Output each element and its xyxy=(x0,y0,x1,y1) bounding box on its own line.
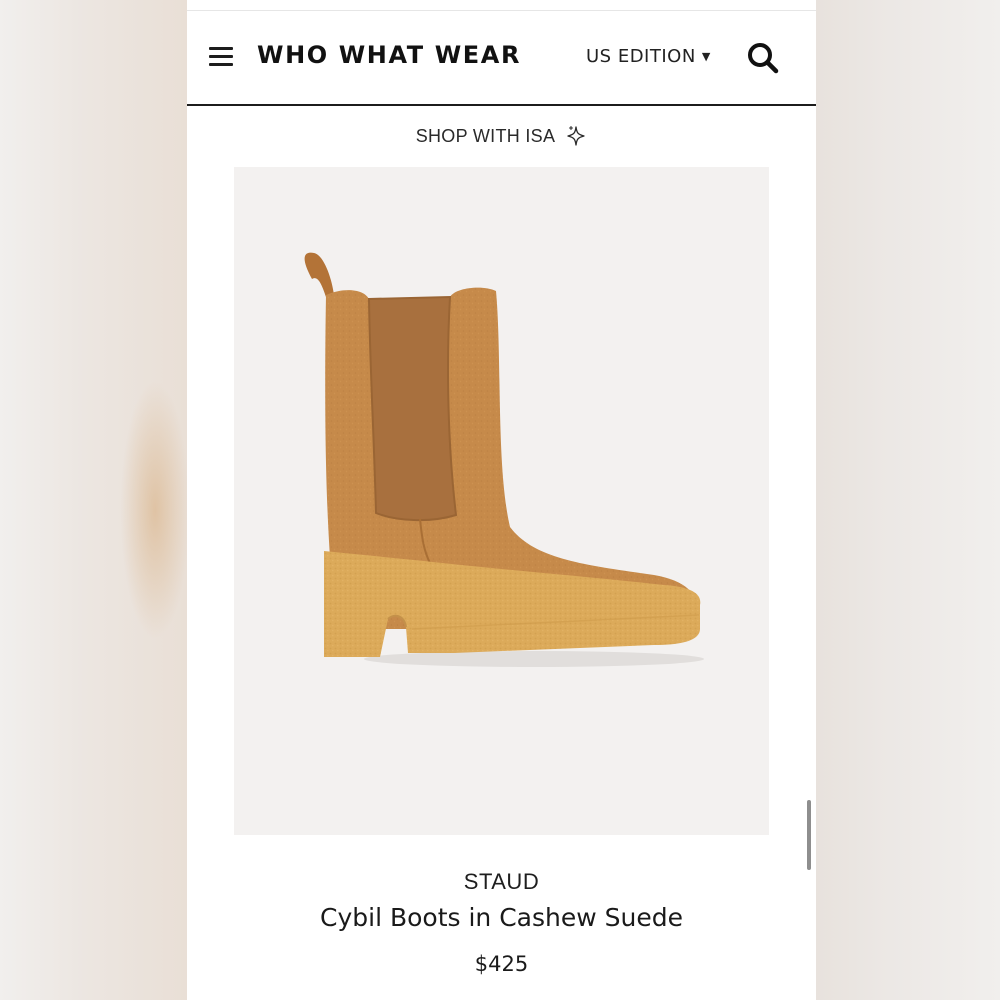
product-name-link[interactable]: Cybil Boots in Cashew Suede xyxy=(187,903,816,932)
search-icon[interactable] xyxy=(745,40,781,76)
shop-with-isa-banner: SHOP WITH ISA xyxy=(187,124,816,148)
site-header: WHO WHAT WEAR US EDITION ▼ xyxy=(187,14,816,106)
edition-label: US EDITION xyxy=(586,46,696,67)
mobile-page: WHO WHAT WEAR US EDITION ▼ SHOP WITH ISA xyxy=(187,0,816,1000)
background-blur-right xyxy=(816,0,1000,1000)
edition-selector[interactable]: US EDITION ▼ xyxy=(586,46,711,67)
product-image[interactable] xyxy=(234,167,769,835)
hamburger-menu-icon[interactable] xyxy=(209,46,235,68)
background-blur-left xyxy=(0,0,190,1000)
shop-with-isa-link[interactable]: SHOP WITH ISA xyxy=(416,124,588,148)
sparkle-icon xyxy=(567,125,585,146)
caret-down-icon: ▼ xyxy=(701,50,711,63)
shop-with-isa-label: SHOP WITH ISA xyxy=(415,125,556,146)
scrollbar[interactable] xyxy=(807,800,811,870)
product-brand: STAUD xyxy=(463,869,540,894)
site-logo[interactable]: WHO WHAT WEAR xyxy=(257,41,521,69)
product-price: $425 xyxy=(474,952,529,976)
boot-image xyxy=(304,252,704,667)
top-divider xyxy=(187,10,816,11)
